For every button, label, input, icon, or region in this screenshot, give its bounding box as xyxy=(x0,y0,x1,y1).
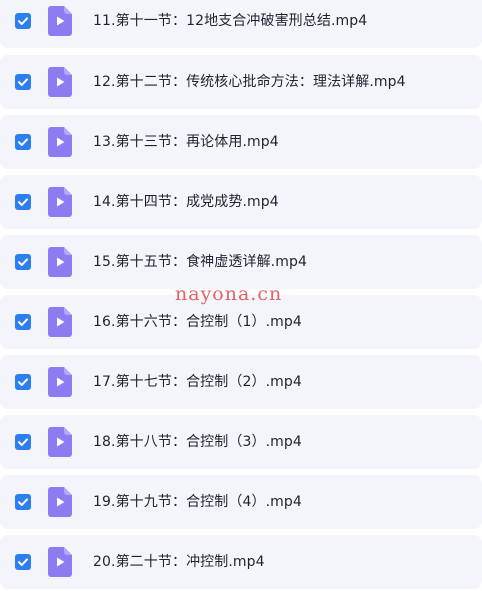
file-row[interactable]: 13.第十三节：再论体用.mp4 xyxy=(0,115,482,169)
video-file-icon xyxy=(48,547,72,577)
file-row[interactable]: 11.第十一节：12地支合冲破害刑总结.mp4 xyxy=(0,0,482,48)
checkbox-checked-icon[interactable] xyxy=(15,134,31,150)
checkbox-checked-icon[interactable] xyxy=(15,374,31,390)
file-name[interactable]: 15.第十五节：食神虚透详解.mp4 xyxy=(93,235,307,289)
checkbox-checked-icon[interactable] xyxy=(15,494,31,510)
video-file-icon xyxy=(48,247,72,277)
watermark-text: nayona.cn xyxy=(175,283,283,305)
video-file-icon xyxy=(48,487,72,517)
checkbox-checked-icon[interactable] xyxy=(15,254,31,270)
video-file-icon xyxy=(48,67,72,97)
file-list: 11.第十一节：12地支合冲破害刑总结.mp4 12.第十二节：传统核心批命方法… xyxy=(0,0,482,591)
video-file-icon xyxy=(48,427,72,457)
file-row[interactable]: 15.第十五节：食神虚透详解.mp4 xyxy=(0,235,482,289)
file-row[interactable]: 20.第二十节：冲控制.mp4 xyxy=(0,535,482,589)
video-file-icon xyxy=(48,127,72,157)
file-name[interactable]: 20.第二十节：冲控制.mp4 xyxy=(93,535,265,589)
checkbox-checked-icon[interactable] xyxy=(15,194,31,210)
file-row[interactable]: 19.第十九节：合控制（4）.mp4 xyxy=(0,475,482,529)
file-row[interactable]: 12.第十二节：传统核心批命方法：理法详解.mp4 xyxy=(0,55,482,109)
checkbox-checked-icon[interactable] xyxy=(15,13,31,29)
file-row[interactable]: 17.第十七节：合控制（2）.mp4 xyxy=(0,355,482,409)
video-file-icon xyxy=(48,367,72,397)
file-name[interactable]: 12.第十二节：传统核心批命方法：理法详解.mp4 xyxy=(93,55,406,109)
checkbox-checked-icon[interactable] xyxy=(15,554,31,570)
video-file-icon xyxy=(48,6,72,36)
file-name[interactable]: 11.第十一节：12地支合冲破害刑总结.mp4 xyxy=(93,0,367,48)
checkbox-checked-icon[interactable] xyxy=(15,74,31,90)
video-file-icon xyxy=(48,187,72,217)
file-name[interactable]: 14.第十四节：成党成势.mp4 xyxy=(93,175,279,229)
video-file-icon xyxy=(48,307,72,337)
file-row[interactable]: 14.第十四节：成党成势.mp4 xyxy=(0,175,482,229)
file-row[interactable]: 18.第十八节：合控制（3）.mp4 xyxy=(0,415,482,469)
file-name[interactable]: 19.第十九节：合控制（4）.mp4 xyxy=(93,475,302,529)
file-name[interactable]: 13.第十三节：再论体用.mp4 xyxy=(93,115,279,169)
checkbox-checked-icon[interactable] xyxy=(15,434,31,450)
file-name[interactable]: 17.第十七节：合控制（2）.mp4 xyxy=(93,355,302,409)
checkbox-checked-icon[interactable] xyxy=(15,314,31,330)
file-name[interactable]: 18.第十八节：合控制（3）.mp4 xyxy=(93,415,302,469)
